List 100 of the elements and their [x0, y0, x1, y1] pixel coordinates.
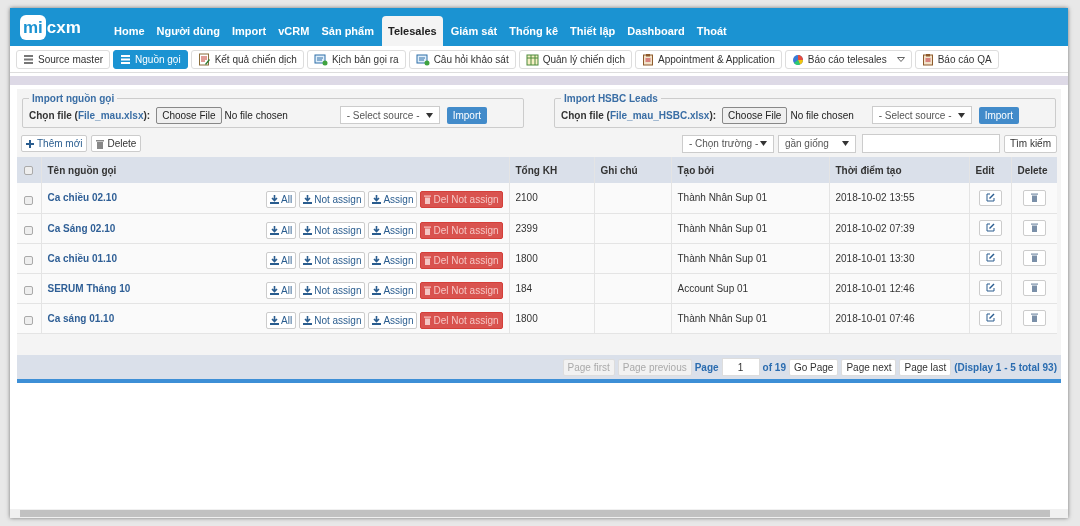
download-icon [303, 285, 313, 295]
download-icon [372, 285, 382, 295]
export-button[interactable]: Assign [368, 251, 418, 269]
subnav-tab[interactable]: Quản lý chiến dịch [518, 50, 632, 69]
go-page-button[interactable]: Go Page [788, 358, 839, 376]
download-icon [372, 315, 382, 325]
edit-button[interactable] [978, 249, 1002, 266]
script-icon [415, 53, 430, 66]
logo-text: cxm [46, 18, 81, 36]
subnav-tab[interactable]: Source master [16, 50, 111, 69]
delete-row-button[interactable] [1022, 219, 1046, 236]
timestamp-cell: 2018-10-02 07:39 [835, 222, 915, 234]
export-button[interactable]: All [266, 221, 297, 239]
subnav-tab[interactable]: Câu hỏi khảo sát [408, 50, 516, 69]
nav-tab[interactable]: Telesales [382, 16, 443, 46]
last-page-button[interactable]: Page last [899, 358, 952, 376]
pie-chart-icon [791, 53, 804, 66]
source-name-link[interactable]: Ca chiều 02.10 [47, 190, 117, 205]
edit-icon [985, 283, 995, 293]
export-button[interactable]: All [266, 251, 297, 269]
checkbox[interactable] [24, 226, 34, 236]
timestamp-cell: 2018-10-02 13:55 [835, 192, 915, 203]
source-name-link[interactable]: Ca chiều 01.10 [47, 250, 117, 266]
source-name-link[interactable]: Ca Sáng 02.10 [47, 220, 116, 236]
export-button[interactable]: Assign [368, 311, 418, 329]
trash-icon [1030, 253, 1038, 263]
clipboard-icon [641, 53, 654, 66]
edit-button[interactable] [978, 219, 1002, 236]
edit-button[interactable] [978, 309, 1002, 326]
page-number-field[interactable]: 1 [721, 358, 760, 376]
checkbox[interactable] [24, 195, 34, 205]
download-icon [372, 195, 382, 204]
page-label: Page [694, 360, 719, 375]
export-button[interactable]: All [266, 311, 297, 329]
subnav-tab[interactable]: Appointment & Application [634, 50, 782, 69]
export-button[interactable]: Not assign [299, 251, 366, 269]
section-title: Import HSBC Leads [563, 92, 659, 106]
subnav-tab[interactable]: Kịch bản gọi ra [306, 50, 406, 69]
dropdown-arrow-icon [425, 112, 433, 118]
checkbox[interactable] [24, 286, 34, 296]
select-field[interactable]: - Select source - [871, 106, 972, 124]
edit-icon [985, 313, 995, 323]
delete-row-button[interactable] [1022, 309, 1046, 326]
search-field[interactable] [861, 134, 1000, 153]
trash-icon [1030, 313, 1038, 323]
export-button[interactable]: Not assign [299, 191, 366, 208]
import-button[interactable]: Import [978, 106, 1019, 124]
download-icon [270, 195, 280, 204]
record-summary: (Display 1 - 5 total 93) [954, 360, 1057, 375]
add-button[interactable]: Thêm mới [21, 135, 88, 152]
dropdown-arrow-icon [759, 141, 767, 146]
page-count: of 19 [762, 360, 786, 375]
export-button[interactable]: All [266, 281, 297, 299]
checkbox[interactable] [24, 316, 34, 326]
delete-row-button[interactable] [1022, 249, 1046, 266]
download-icon [270, 315, 280, 325]
edit-icon [985, 193, 995, 202]
edit-icon [985, 223, 995, 233]
delete-row-button[interactable] [1022, 189, 1046, 206]
export-button[interactable]: Not assign [299, 281, 366, 299]
export-button[interactable]: Not assign [299, 311, 366, 329]
import-button[interactable]: Import [446, 106, 487, 124]
source-name-link[interactable]: Ca sáng 01.10 [47, 310, 115, 326]
scrollbar-thumb[interactable] [20, 510, 1050, 517]
edit-button[interactable] [978, 279, 1002, 296]
subnav-tab[interactable]: Báo cáo QA [914, 50, 999, 69]
export-button[interactable]: Assign [368, 191, 418, 208]
trash-icon [424, 285, 432, 295]
select-field[interactable]: - Select source - [339, 106, 440, 124]
export-button[interactable]: Not assign [299, 221, 366, 239]
select-field[interactable]: gần giống [777, 134, 856, 153]
source-name-link[interactable]: SERUM Tháng 10 [47, 280, 131, 296]
download-icon [270, 255, 280, 265]
total-cell: 2100 [515, 192, 538, 203]
delete-row-button[interactable] [1022, 279, 1046, 296]
trash-icon [424, 255, 432, 265]
delete-button[interactable]: Delete [91, 135, 142, 152]
file-status: No file chosen [790, 108, 854, 123]
download-icon [372, 255, 382, 265]
column-header: Tạo bởi [677, 164, 715, 176]
edit-button[interactable] [978, 189, 1002, 206]
choose-file-button[interactable]: Choose File [156, 106, 222, 124]
export-button[interactable]: Assign [368, 221, 418, 239]
export-button[interactable]: Assign [368, 281, 418, 299]
section-title: Import nguồn gọi [31, 92, 116, 106]
choose-file-button[interactable]: Choose File [722, 106, 788, 124]
timestamp-cell: 2018-10-01 12:46 [835, 282, 915, 294]
script-icon [313, 53, 328, 66]
subnav-tab[interactable]: Báo cáo telesales [784, 50, 912, 69]
subnav-tab[interactable]: Kết quả chiến dịch [190, 50, 304, 69]
dropdown-arrow-icon [841, 141, 849, 146]
export-button[interactable]: All [266, 191, 297, 208]
checkbox[interactable] [24, 166, 34, 176]
select-field[interactable]: - Chọn trường - [681, 134, 774, 153]
horizontal-scrollbar[interactable] [10, 509, 1068, 518]
search-button[interactable]: Tìm kiếm [1003, 134, 1057, 153]
file-label: Chọn file (File_mau.xlsx): [29, 108, 151, 123]
checkbox[interactable] [24, 256, 34, 266]
dropdown-arrow-icon [957, 112, 965, 118]
next-page-button[interactable]: Page next [841, 358, 897, 376]
